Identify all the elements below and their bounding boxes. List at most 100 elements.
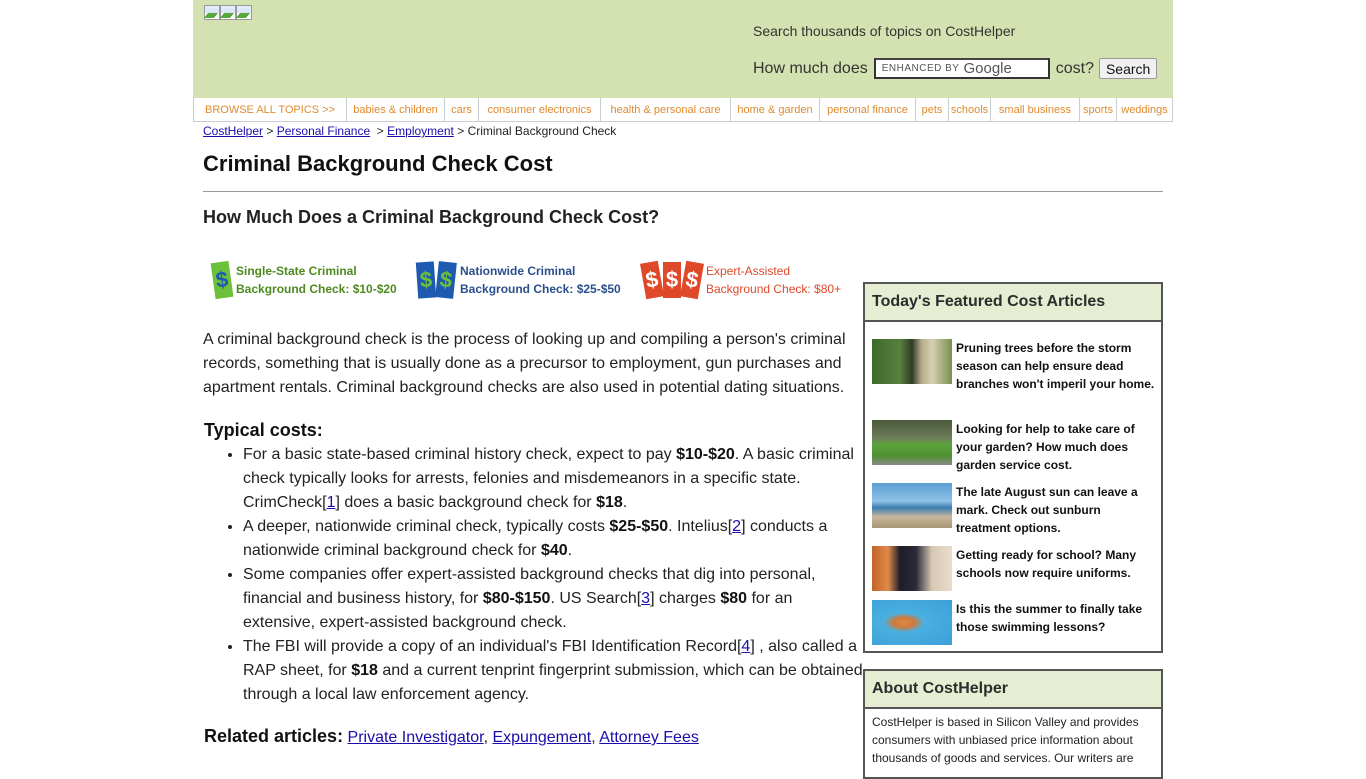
nav-consumer-electronics[interactable]: consumer electronics xyxy=(479,98,601,121)
typical-costs-heading: Typical costs: xyxy=(204,420,323,440)
text: . xyxy=(622,494,628,511)
tier-line1: Nationwide Criminal xyxy=(460,264,576,278)
divider xyxy=(203,191,1163,192)
price-tier-expert: $ $ $ Expert-Assisted Background Check: … xyxy=(640,260,841,300)
site-header: Search thousands of topics on CostHelper… xyxy=(193,0,1173,98)
breadcrumb-costhelper[interactable]: CostHelper xyxy=(203,124,263,138)
article-subtitle: How Much Does a Criminal Background Chec… xyxy=(203,207,660,227)
featured-text[interactable]: The late August sun can leave a mark. Ch… xyxy=(956,483,1156,537)
dollar-bill-single-icon: $ xyxy=(210,260,234,300)
intro-paragraph: A criminal background check is the proce… xyxy=(203,331,846,396)
featured-text[interactable]: Getting ready for school? Many schools n… xyxy=(956,546,1156,591)
search-note: Search thousands of topics on CostHelper xyxy=(753,23,1016,39)
about-title: About CostHelper xyxy=(865,671,1161,709)
text: For a basic state-based criminal history… xyxy=(243,446,677,463)
breadcrumb-separator: > xyxy=(376,124,384,138)
tier-line2: Background Check: $80+ xyxy=(706,282,842,296)
related-link-expungement[interactable]: Expungement xyxy=(492,729,591,746)
logo[interactable] xyxy=(204,5,252,20)
dollar-bill-double-icon: $ $ xyxy=(415,261,457,299)
nav-schools[interactable]: schools xyxy=(949,98,991,121)
nav-browse-all-topics[interactable]: BROWSE ALL TOPICS >> xyxy=(194,98,347,121)
nav-health-personal-care[interactable]: health & personal care xyxy=(601,98,731,121)
about-text: CostHelper is based in Silicon Valley an… xyxy=(872,715,1139,765)
text: ] does a basic background check for xyxy=(335,494,597,511)
gardener-photo[interactable] xyxy=(872,420,952,465)
nav-home-garden[interactable]: home & garden xyxy=(731,98,820,121)
dollar-bill-triple-icon: $ $ $ xyxy=(640,260,704,300)
featured-item[interactable]: Pruning trees before the storm season ca… xyxy=(872,339,1156,393)
broken-image-icon xyxy=(236,5,252,20)
price: $80-$150 xyxy=(482,590,551,607)
google-logo: Google xyxy=(963,60,1012,77)
tree-pruning-photo[interactable] xyxy=(872,339,952,384)
list-item: The FBI will provide a copy of an indivi… xyxy=(243,635,863,707)
breadcrumb-personal-finance[interactable]: Personal Finance xyxy=(277,124,370,138)
related-label: Related articles: xyxy=(204,726,344,746)
price-tier-single-state: $ Single-State Criminal Background Check… xyxy=(210,260,397,300)
list-item: For a basic state-based criminal history… xyxy=(243,443,863,515)
price: $18 xyxy=(351,662,378,679)
nav-small-business[interactable]: small business xyxy=(991,98,1080,121)
list-item: Some companies offer expert-assisted bac… xyxy=(243,563,863,635)
nav-pets[interactable]: pets xyxy=(916,98,949,121)
sunburn-beach-photo[interactable] xyxy=(872,483,952,528)
search-prefix: How much does xyxy=(753,59,868,77)
nav-weddings[interactable]: weddings xyxy=(1117,98,1172,121)
price: $80 xyxy=(720,590,748,607)
price: $10-$20 xyxy=(676,446,735,463)
price-tiers: $ Single-State Criminal Background Check… xyxy=(210,260,853,302)
nav-personal-finance[interactable]: personal finance xyxy=(820,98,916,121)
nav-cars[interactable]: cars xyxy=(445,98,479,121)
school-uniform-photo[interactable] xyxy=(872,546,952,591)
breadcrumb-separator: > xyxy=(457,124,465,138)
reference-link[interactable]: 3 xyxy=(641,590,650,607)
text: . Intelius[ xyxy=(668,518,733,535)
text: . US Search[ xyxy=(550,590,642,607)
text: A deeper, nationwide criminal check, typ… xyxy=(243,518,610,535)
tier-label: Nationwide Criminal Background Check: $2… xyxy=(460,262,621,298)
featured-articles-box: Today's Featured Cost Articles Pruning t… xyxy=(863,282,1163,653)
search-suffix: cost? xyxy=(1055,59,1094,77)
featured-text[interactable]: Looking for help to take care of your ga… xyxy=(956,420,1156,474)
topic-nav: BROWSE ALL TOPICS >> babies & children c… xyxy=(193,98,1173,122)
text: ] charges xyxy=(650,590,721,607)
featured-item[interactable]: Is this the summer to finally take those… xyxy=(872,600,1156,645)
related-articles: Related articles: Private Investigator, … xyxy=(204,726,699,746)
featured-item[interactable]: The late August sun can leave a mark. Ch… xyxy=(872,483,1156,537)
nav-sports[interactable]: sports xyxy=(1080,98,1117,121)
tier-line2: Background Check: $10-$20 xyxy=(236,282,397,296)
featured-text[interactable]: Pruning trees before the storm season ca… xyxy=(956,339,1156,393)
breadcrumb-separator: > xyxy=(266,124,274,138)
price-tier-nationwide: $ $ Nationwide Criminal Background Check… xyxy=(415,261,621,299)
swimming-lesson-photo[interactable] xyxy=(872,600,952,645)
tier-label: Expert-Assisted Background Check: $80+ xyxy=(706,262,841,298)
search-form: How much does ENHANCED BY Google cost? S… xyxy=(753,58,1158,79)
reference-link[interactable]: 4 xyxy=(741,638,750,655)
text: . xyxy=(567,542,573,559)
featured-title: Today's Featured Cost Articles xyxy=(865,284,1161,322)
related-link-attorney-fees[interactable]: Attorney Fees xyxy=(599,729,699,746)
featured-text[interactable]: Is this the summer to finally take those… xyxy=(956,600,1156,645)
price: $40 xyxy=(540,542,568,559)
search-button[interactable]: Search xyxy=(1098,58,1158,79)
tier-label: Single-State Criminal Background Check: … xyxy=(236,262,397,298)
tier-line1: Expert-Assisted xyxy=(706,264,791,278)
text: The FBI will provide a copy of an indivi… xyxy=(243,638,742,655)
breadcrumb-current: Criminal Background Check xyxy=(467,124,617,138)
reference-link[interactable]: 2 xyxy=(732,518,741,535)
featured-item[interactable]: Looking for help to take care of your ga… xyxy=(872,420,1156,474)
tier-line1: Single-State Criminal xyxy=(236,264,357,278)
price: $18 xyxy=(596,494,623,511)
related-link-private-investigator[interactable]: Private Investigator xyxy=(348,729,484,746)
broken-image-icon xyxy=(204,5,220,20)
tier-line2: Background Check: $25-$50 xyxy=(460,282,621,296)
nav-babies-children[interactable]: babies & children xyxy=(347,98,445,121)
search-placeholder-brand: ENHANCED BY xyxy=(881,63,960,74)
featured-item[interactable]: Getting ready for school? Many schools n… xyxy=(872,546,1156,591)
breadcrumb: CostHelper > Personal Finance > Employme… xyxy=(203,124,616,138)
breadcrumb-employment[interactable]: Employment xyxy=(387,124,454,138)
search-input[interactable]: ENHANCED BY Google xyxy=(873,58,1050,79)
about-box: About CostHelper CostHelper is based in … xyxy=(863,669,1163,779)
price: $25-$50 xyxy=(609,518,669,535)
